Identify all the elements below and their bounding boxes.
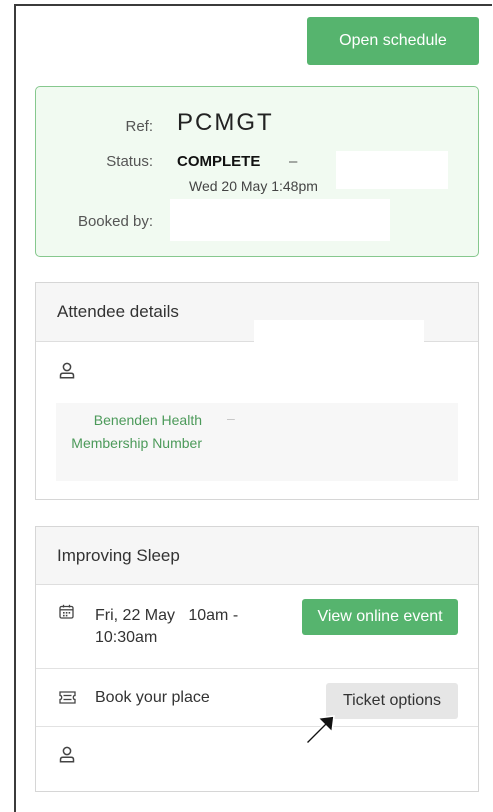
redacted-block xyxy=(170,199,390,241)
status-value: COMPLETE xyxy=(177,153,261,170)
redacted-block xyxy=(336,151,448,189)
event-date-line1: Fri, 22 May 10am - xyxy=(95,607,239,624)
event-date-row: Fri, 22 May 10am - 10:30am View online e… xyxy=(36,585,478,669)
booking-summary-card: Ref: PCMGT Status: COMPLETE – Wed 20 May… xyxy=(35,86,479,257)
membership-number-row: Benenden Health Membership Number – xyxy=(56,403,458,481)
person-icon xyxy=(59,746,75,768)
event-panel: Improving Sleep Fri, 22 May 10am - 10:30… xyxy=(35,526,479,792)
person-icon xyxy=(59,362,75,384)
ticket-icon xyxy=(59,691,76,709)
ref-value: PCMGT xyxy=(177,109,274,136)
ref-label: Ref: xyxy=(125,118,153,135)
event-date-line2: 10:30am xyxy=(95,629,158,646)
status-separator: – xyxy=(289,153,298,170)
attendee-panel: Attendee details Benenden Health Members… xyxy=(35,282,479,500)
mouse-pointer-icon xyxy=(304,712,340,751)
membership-number-separator: – xyxy=(227,410,235,426)
status-label: Status: xyxy=(106,153,153,170)
view-online-event-button[interactable]: View online event xyxy=(302,599,458,635)
redacted-block xyxy=(254,320,424,344)
status-date: Wed 20 May 1:48pm xyxy=(189,178,318,194)
book-place-row: Book your place Ticket options xyxy=(36,669,478,727)
booked-by-label: Booked by: xyxy=(77,213,153,230)
ticket-options-button[interactable]: Ticket options xyxy=(326,683,458,719)
calendar-icon xyxy=(59,604,74,624)
book-place-label: Book your place xyxy=(95,689,210,706)
open-schedule-button[interactable]: Open schedule xyxy=(307,17,479,65)
event-panel-title: Improving Sleep xyxy=(36,527,478,585)
membership-number-label: Benenden Health Membership Number xyxy=(71,412,202,451)
